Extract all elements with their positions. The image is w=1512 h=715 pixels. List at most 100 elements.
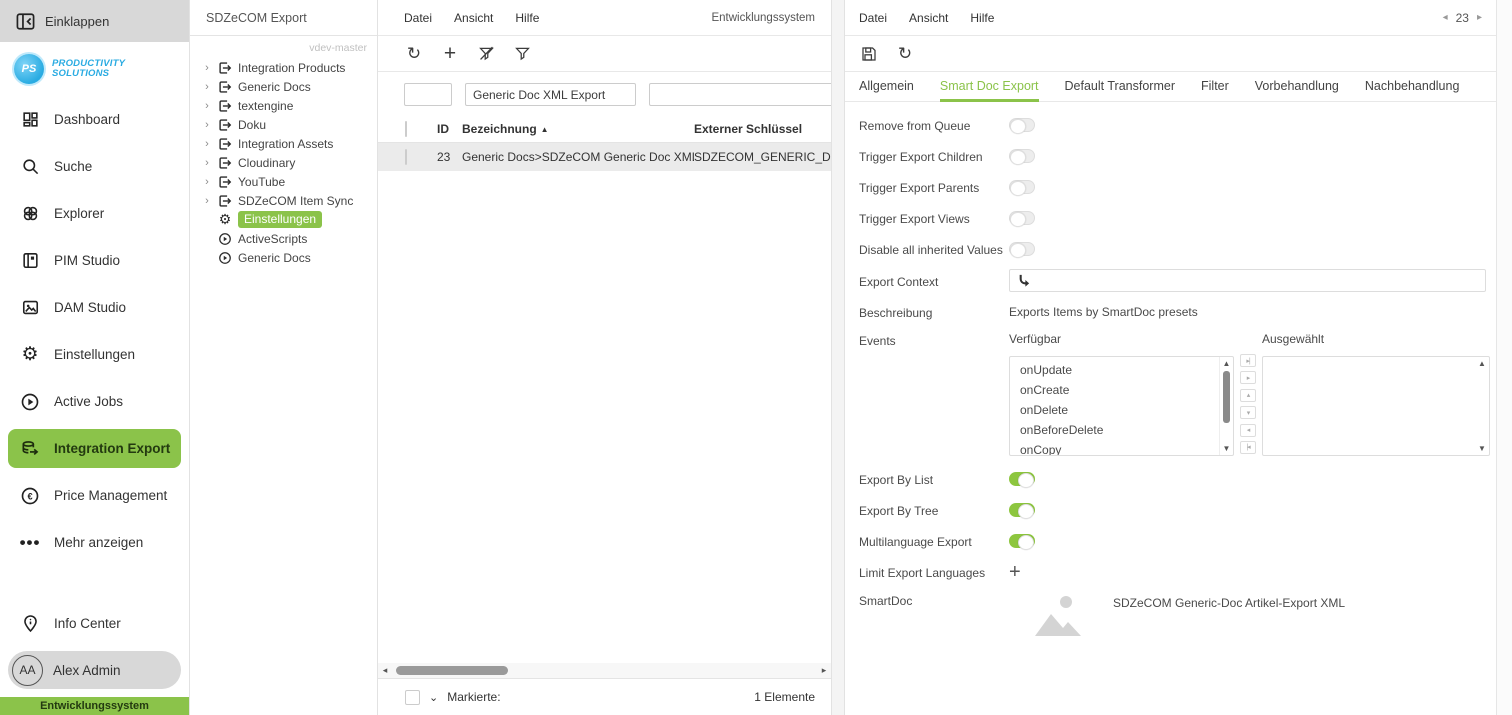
detail-scrollbar-track[interactable] [1496, 0, 1512, 715]
next-record-icon[interactable]: ▸ [1477, 12, 1482, 23]
tree-item[interactable]: › YouTube [202, 172, 377, 191]
disable-inherited-values-toggle[interactable] [1009, 242, 1035, 256]
select-all-checkbox[interactable] [405, 121, 407, 137]
trigger-export-views-toggle[interactable] [1009, 211, 1035, 225]
tab-filter[interactable]: Filter [1201, 72, 1229, 102]
collapse-sidebar-button[interactable]: Einklappen [0, 0, 189, 42]
export-by-list-toggle[interactable] [1009, 472, 1035, 486]
sidebar-item-info-center[interactable]: Info Center [0, 601, 189, 646]
row-checkbox[interactable] [405, 149, 407, 165]
vertical-scrollbar[interactable]: ▲ ▼ [1475, 357, 1489, 455]
tree-item[interactable]: ActiveScripts [202, 229, 377, 248]
sidebar-item-price-management[interactable]: € Price Management [0, 472, 189, 519]
tree-item[interactable]: › Doku [202, 115, 377, 134]
filter-externer-schluessel-input[interactable] [649, 83, 832, 106]
sidebar-item-dashboard[interactable]: Dashboard [0, 96, 189, 143]
sidebar-item-explorer[interactable]: Explorer [0, 190, 189, 237]
remove-from-queue-toggle[interactable] [1009, 118, 1035, 132]
footer-checkbox[interactable] [405, 690, 420, 705]
sidebar-item-dam-studio[interactable]: DAM Studio [0, 284, 189, 331]
tree-item[interactable]: › SDZeCOM Item Sync [202, 191, 377, 210]
scroll-left-icon[interactable]: ◂ [378, 665, 392, 676]
scroll-down-icon[interactable]: ▼ [1223, 444, 1231, 453]
menu-datei[interactable]: Datei [404, 11, 432, 25]
tab-vorbehandlung[interactable]: Vorbehandlung [1255, 72, 1339, 102]
chevron-right-icon[interactable]: › [202, 138, 212, 150]
tree-item[interactable]: › Integration Products [202, 58, 377, 77]
sidebar-item-suche[interactable]: Suche [0, 143, 189, 190]
save-icon[interactable] [859, 44, 879, 64]
filter-icon[interactable] [512, 44, 532, 64]
user-menu[interactable]: AA Alex Admin [8, 651, 181, 689]
sidebar-item-pim-studio[interactable]: PIM Studio [0, 237, 189, 284]
refresh-icon[interactable]: ↻ [404, 44, 424, 64]
add-icon[interactable]: + [440, 44, 460, 64]
scrollbar-thumb[interactable] [1223, 371, 1230, 423]
tab-nachbehandlung[interactable]: Nachbehandlung [1365, 72, 1460, 102]
sidebar-item-einstellungen[interactable]: ⚙ Einstellungen [0, 331, 189, 378]
column-header-externer-schluessel[interactable]: Externer Schlüssel [694, 122, 831, 136]
prev-record-icon[interactable]: ◂ [1443, 12, 1448, 23]
chevron-right-icon[interactable]: › [202, 157, 212, 169]
list-item[interactable]: onCreate [1020, 383, 1219, 403]
clear-filter-icon[interactable] [476, 44, 496, 64]
move-all-left-button[interactable]: |◂ [1240, 441, 1256, 454]
tab-allgemein[interactable]: Allgemein [859, 72, 914, 102]
chevron-down-icon[interactable]: ⌄ [429, 691, 438, 704]
list-item[interactable]: onCopy [1020, 443, 1219, 455]
horizontal-scrollbar[interactable]: ◂ ▸ [378, 663, 831, 678]
menu-hilfe[interactable]: Hilfe [970, 11, 994, 25]
export-box-icon [217, 193, 233, 209]
scroll-down-icon[interactable]: ▼ [1478, 444, 1486, 453]
tab-default-transformer[interactable]: Default Transformer [1065, 72, 1175, 102]
vertical-scrollbar[interactable]: ▲ ▼ [1219, 357, 1233, 455]
chevron-right-icon[interactable]: › [202, 195, 212, 207]
menu-ansicht[interactable]: Ansicht [909, 11, 948, 25]
refresh-icon[interactable]: ↻ [895, 44, 915, 64]
chevron-right-icon[interactable]: › [202, 100, 212, 112]
tree-item[interactable]: › Generic Docs [202, 77, 377, 96]
move-left-button[interactable]: ◂ [1240, 424, 1256, 437]
table-row[interactable]: 23 Generic Docs>SDZeCOM Generic Doc XML … [378, 143, 831, 171]
export-context-input[interactable] [1009, 269, 1486, 292]
trigger-export-children-toggle[interactable] [1009, 149, 1035, 163]
scroll-up-icon[interactable]: ▲ [1478, 359, 1486, 368]
tab-smart-doc-export[interactable]: Smart Doc Export [940, 72, 1039, 102]
filter-id-input[interactable] [404, 83, 452, 106]
move-up-button[interactable]: ▴ [1240, 389, 1256, 402]
list-item[interactable]: onUpdate [1020, 363, 1219, 383]
column-header-id[interactable]: ID [437, 122, 462, 136]
move-all-right-button[interactable]: ▸| [1240, 354, 1256, 367]
image-placeholder-icon[interactable] [1033, 592, 1083, 638]
move-down-button[interactable]: ▾ [1240, 406, 1256, 419]
tree-item[interactable]: Generic Docs [202, 248, 377, 267]
sidebar-item-mehr-anzeigen[interactable]: ••• Mehr anzeigen [0, 519, 189, 566]
selected-events-list[interactable]: ▲ ▼ [1262, 356, 1490, 456]
filter-bezeichnung-input[interactable] [465, 83, 636, 106]
available-events-list[interactable]: onUpdate onCreate onDelete onBeforeDelet… [1009, 356, 1234, 456]
menu-datei[interactable]: Datei [859, 11, 887, 25]
chevron-right-icon[interactable]: › [202, 119, 212, 131]
chevron-right-icon[interactable]: › [202, 81, 212, 93]
scrollbar-thumb[interactable] [396, 666, 508, 675]
tree-item[interactable]: › Integration Assets [202, 134, 377, 153]
scroll-up-icon[interactable]: ▲ [1223, 359, 1231, 368]
scroll-right-icon[interactable]: ▸ [817, 665, 831, 676]
tree-item[interactable]: › textengine [202, 96, 377, 115]
sidebar-item-active-jobs[interactable]: Active Jobs [0, 378, 189, 425]
move-right-button[interactable]: ▸ [1240, 371, 1256, 384]
chevron-right-icon[interactable]: › [202, 176, 212, 188]
chevron-right-icon[interactable]: › [202, 62, 212, 74]
list-item[interactable]: onDelete [1020, 403, 1219, 423]
tree-item-einstellungen-selected[interactable]: ⚙ Einstellungen [202, 210, 377, 229]
sidebar-item-integration-export[interactable]: Integration Export [8, 429, 181, 468]
trigger-export-parents-toggle[interactable] [1009, 180, 1035, 194]
menu-ansicht[interactable]: Ansicht [454, 11, 493, 25]
multilanguage-export-toggle[interactable] [1009, 534, 1035, 548]
list-item[interactable]: onBeforeDelete [1020, 423, 1219, 443]
column-header-bezeichnung[interactable]: Bezeichnung ▲ [462, 122, 694, 136]
export-by-tree-toggle[interactable] [1009, 503, 1035, 517]
tree-item[interactable]: › Cloudinary [202, 153, 377, 172]
add-language-button[interactable]: + [1009, 564, 1021, 580]
menu-hilfe[interactable]: Hilfe [515, 11, 539, 25]
